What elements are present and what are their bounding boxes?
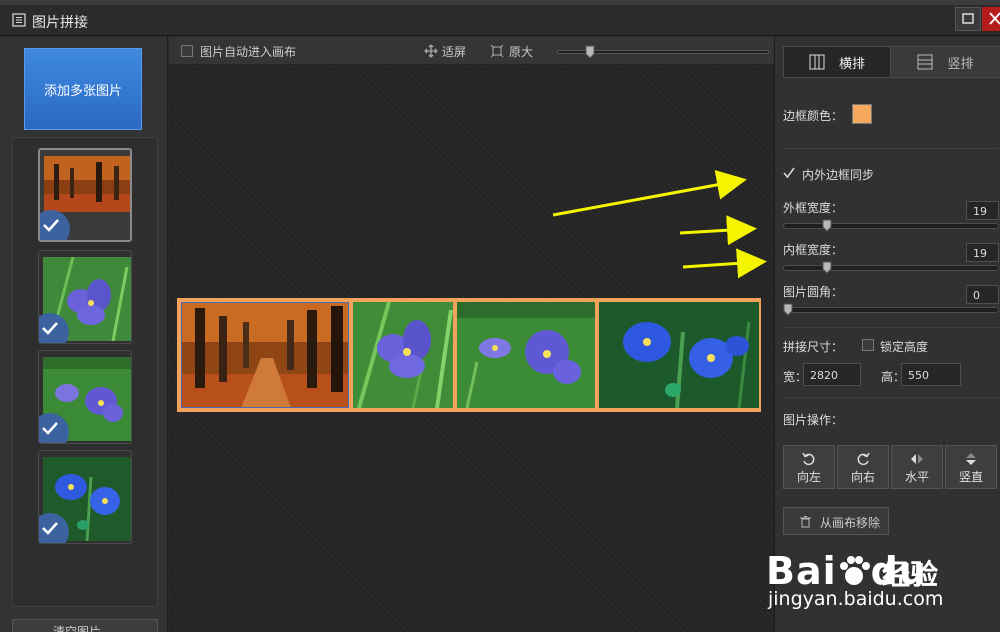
checkmark-icon bbox=[42, 522, 58, 535]
height-input[interactable]: 550 bbox=[901, 363, 961, 386]
tab-horizontal-label: 横排 bbox=[838, 56, 865, 72]
maximize-button[interactable] bbox=[955, 7, 981, 31]
auto-enter-label: 图片自动进入画布 bbox=[200, 45, 297, 59]
checked-badge[interactable] bbox=[40, 210, 70, 240]
remove-from-canvas-button[interactable]: 从画布移除 bbox=[783, 507, 889, 535]
maximize-icon bbox=[962, 13, 974, 24]
trash-icon bbox=[800, 516, 811, 528]
window-title: 图片拼接 bbox=[32, 15, 88, 31]
outer-width-slider[interactable] bbox=[783, 223, 999, 229]
app-icon bbox=[12, 13, 26, 27]
watermark-url: jingyan.baidu.com bbox=[768, 588, 944, 610]
fit-screen-icon[interactable] bbox=[424, 44, 438, 58]
divider bbox=[783, 397, 999, 398]
flip-vertical-icon bbox=[966, 453, 976, 465]
corner-radius-slider-thumb[interactable] bbox=[783, 303, 793, 316]
lock-height-label: 锁定高度 bbox=[880, 340, 929, 354]
inner-width-slider[interactable] bbox=[783, 265, 999, 271]
purple-flower-image bbox=[353, 302, 453, 408]
image-list-panel: 添加多张图片 清空图片 bbox=[0, 37, 168, 632]
tab-vertical-label: 竖排 bbox=[947, 56, 974, 72]
canvas-toolbar: 图片自动进入画布 适屏 原大 bbox=[169, 37, 774, 65]
horizontal-layout-icon bbox=[809, 54, 825, 70]
paw-logo-icon bbox=[839, 556, 870, 585]
corner-radius-slider[interactable] bbox=[783, 307, 999, 313]
thumbnail-purple-flower[interactable] bbox=[38, 250, 132, 344]
thumbnail-list[interactable] bbox=[12, 137, 158, 607]
original-size-button[interactable]: 原大 bbox=[509, 43, 533, 60]
flip-vertical-label: 竖直 bbox=[958, 470, 983, 484]
divider bbox=[783, 148, 999, 149]
rotate-left-button[interactable]: 向左 bbox=[783, 445, 835, 489]
purple-flowers-pair-image bbox=[457, 302, 595, 408]
close-icon bbox=[989, 12, 1000, 25]
sync-checkbox[interactable] bbox=[783, 167, 795, 179]
tab-horizontal[interactable]: 横排 bbox=[783, 46, 891, 78]
rotate-right-button[interactable]: 向右 bbox=[837, 445, 889, 489]
sync-label: 内外边框同步 bbox=[802, 168, 875, 182]
outer-width-value[interactable]: 19 bbox=[966, 201, 999, 220]
inner-width-slider-thumb[interactable] bbox=[822, 261, 832, 274]
flip-horizontal-button[interactable]: 水平 bbox=[891, 445, 943, 489]
title-bar: 图片拼接 bbox=[0, 5, 1000, 36]
rotate-right-icon bbox=[857, 452, 870, 466]
zoom-slider-thumb[interactable] bbox=[585, 45, 595, 59]
watermark-brand: Bai bbox=[766, 549, 837, 593]
operations-label: 图片操作： bbox=[783, 413, 844, 427]
outer-width-slider-thumb[interactable] bbox=[822, 219, 832, 232]
add-images-button[interactable]: 添加多张图片 bbox=[24, 48, 142, 130]
watermark-product: 经验 bbox=[882, 558, 939, 591]
flip-horizontal-label: 水平 bbox=[904, 470, 929, 484]
blue-flowers-image bbox=[599, 302, 759, 408]
checkmark-icon bbox=[42, 422, 58, 435]
remove-from-canvas-label: 从画布移除 bbox=[820, 516, 881, 530]
checkmark-icon bbox=[43, 219, 59, 232]
rotate-left-label: 向左 bbox=[796, 470, 821, 484]
fit-screen-button[interactable]: 适屏 bbox=[442, 43, 466, 60]
corner-radius-label: 图片圆角： bbox=[783, 285, 844, 299]
settings-panel: 横排 竖排 边框颜色： 内外边框同步 外框宽度： 19 内框宽度： 19 图片圆… bbox=[774, 37, 1000, 632]
width-input[interactable]: 2820 bbox=[803, 363, 861, 386]
stitch-size-label: 拼接尺寸： bbox=[783, 340, 844, 354]
autumn-forest-image bbox=[181, 302, 349, 408]
outer-width-label: 外框宽度： bbox=[783, 201, 844, 215]
thumbnail-purple-flowers-pair[interactable] bbox=[38, 350, 132, 444]
inner-width-value[interactable]: 19 bbox=[966, 243, 999, 262]
stitch-photo-purple-flower[interactable] bbox=[353, 302, 453, 408]
auto-enter-checkbox[interactable] bbox=[181, 45, 193, 57]
checkmark-icon bbox=[42, 322, 58, 335]
flip-horizontal-icon bbox=[911, 454, 923, 464]
stitch-canvas[interactable] bbox=[169, 66, 774, 632]
lock-height-checkbox[interactable] bbox=[862, 339, 874, 351]
tab-vertical[interactable]: 竖排 bbox=[891, 46, 1000, 78]
thumbnail-blue-flowers[interactable] bbox=[38, 450, 132, 544]
divider bbox=[783, 327, 999, 328]
stitch-photo-blue-flowers[interactable] bbox=[599, 302, 759, 408]
border-color-swatch[interactable] bbox=[852, 104, 872, 124]
clear-images-button[interactable]: 清空图片 bbox=[12, 619, 158, 632]
close-button[interactable] bbox=[982, 7, 1000, 31]
vertical-layout-icon bbox=[917, 54, 933, 70]
flip-vertical-button[interactable]: 竖直 bbox=[945, 445, 997, 489]
autumn-forest-image bbox=[44, 156, 130, 212]
rotate-right-label: 向右 bbox=[850, 470, 875, 484]
original-size-icon[interactable] bbox=[490, 44, 504, 58]
rotate-left-icon bbox=[802, 452, 815, 466]
corner-radius-value[interactable]: 0 bbox=[966, 285, 999, 304]
border-color-label: 边框颜色： bbox=[783, 109, 844, 123]
thumbnail-autumn-forest[interactable] bbox=[38, 148, 132, 242]
stitch-photo-autumn-forest[interactable] bbox=[181, 302, 349, 408]
stitched-image[interactable] bbox=[177, 298, 761, 412]
inner-width-label: 内框宽度： bbox=[783, 243, 844, 257]
stitch-photo-purple-flowers-pair[interactable] bbox=[457, 302, 595, 408]
